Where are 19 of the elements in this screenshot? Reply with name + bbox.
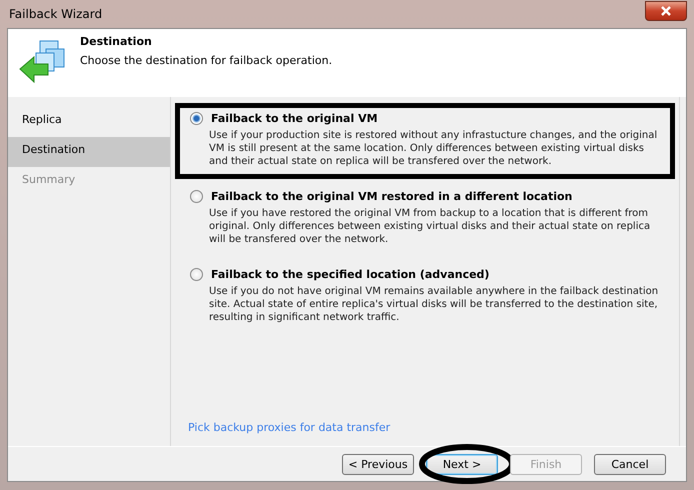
option-description: Use if you do not have original VM remains available anywhere in the failback destination site. Actual state of entire replica's virtual disks will be transferred to the destination site, resulting in significant network traffic. bbox=[209, 285, 660, 324]
step-item[interactable]: Replica bbox=[8, 107, 170, 137]
radio-option[interactable]: Failback to the original VM restored in a different location bbox=[190, 190, 662, 203]
window-title: Failback Wizard bbox=[8, 7, 102, 21]
option-description: Use if you have restored the original VM from backup to a location that is different from original. Only differences between existing virtual disks and their actual state on replica will be transfered over the network. bbox=[209, 207, 652, 246]
radio-button[interactable] bbox=[190, 190, 203, 203]
wizard-button[interactable]: Next > bbox=[426, 454, 498, 475]
wizard-button[interactable]: Cancel bbox=[594, 454, 666, 475]
option-description: Use if your production site is restored without any infrastucture changes, and the original VM is still present at the same location. Only differences between existing virtual disks and their actual state on replica will be transfered over the network. bbox=[209, 129, 658, 168]
page-title: Destination bbox=[80, 35, 153, 48]
step-item[interactable]: Destination bbox=[8, 137, 170, 167]
wizard-button[interactable]: < Previous bbox=[342, 454, 414, 475]
page-subtitle: Choose the destination for failback operation. bbox=[80, 54, 332, 67]
radio-button[interactable] bbox=[190, 268, 203, 281]
close-button[interactable] bbox=[645, 1, 687, 21]
radio-button[interactable] bbox=[190, 112, 203, 125]
radio-option[interactable]: Failback to the specified location (advanced) bbox=[190, 268, 662, 281]
close-icon bbox=[660, 6, 672, 16]
radio-option[interactable]: Failback to the original VM bbox=[190, 112, 662, 125]
